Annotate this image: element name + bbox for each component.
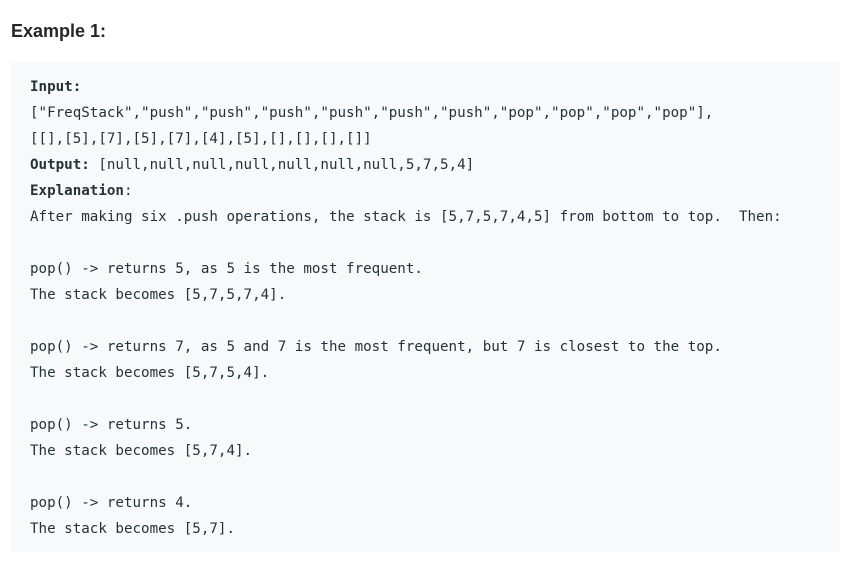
step-2-result: The stack becomes [5,7,5,4]. — [30, 365, 270, 381]
input-label: Input: — [30, 79, 82, 95]
explanation-intro: After making six .push operations, the s… — [30, 209, 782, 225]
explanation-label: Explanation — [30, 183, 124, 199]
step-1-result: The stack becomes [5,7,5,7,4]. — [30, 287, 287, 303]
step-3-call: pop() -> returns 5. — [30, 417, 193, 433]
output-label: Output: — [30, 157, 90, 173]
input-args-line: [[],[5],[7],[5],[7],[4],[5],[],[],[],[]] — [30, 131, 372, 147]
output-value: [null,null,null,null,null,null,null,5,7,… — [89, 157, 475, 173]
input-methods-line: ["FreqStack","push","push","push","push"… — [30, 105, 714, 121]
example-code-block: Input: ["FreqStack","push","push","push"… — [11, 62, 840, 552]
output-line: Output: [null,null,null,null,null,null,n… — [30, 155, 474, 175]
explanation-label-line: Explanation: — [30, 181, 133, 201]
step-4-call: pop() -> returns 4. — [30, 495, 193, 511]
step-4-result: The stack becomes [5,7]. — [30, 521, 235, 537]
input-label-line: Input: — [30, 77, 81, 97]
step-2-call: pop() -> returns 7, as 5 and 7 is the mo… — [30, 339, 722, 355]
step-3-result: The stack becomes [5,7,4]. — [30, 443, 253, 459]
example-page: Example 1: Input: ["FreqStack","push","p… — [0, 0, 862, 571]
example-heading: Example 1: — [11, 21, 107, 41]
explanation-colon: : — [123, 183, 133, 199]
step-1-call: pop() -> returns 5, as 5 is the most fre… — [30, 261, 423, 277]
